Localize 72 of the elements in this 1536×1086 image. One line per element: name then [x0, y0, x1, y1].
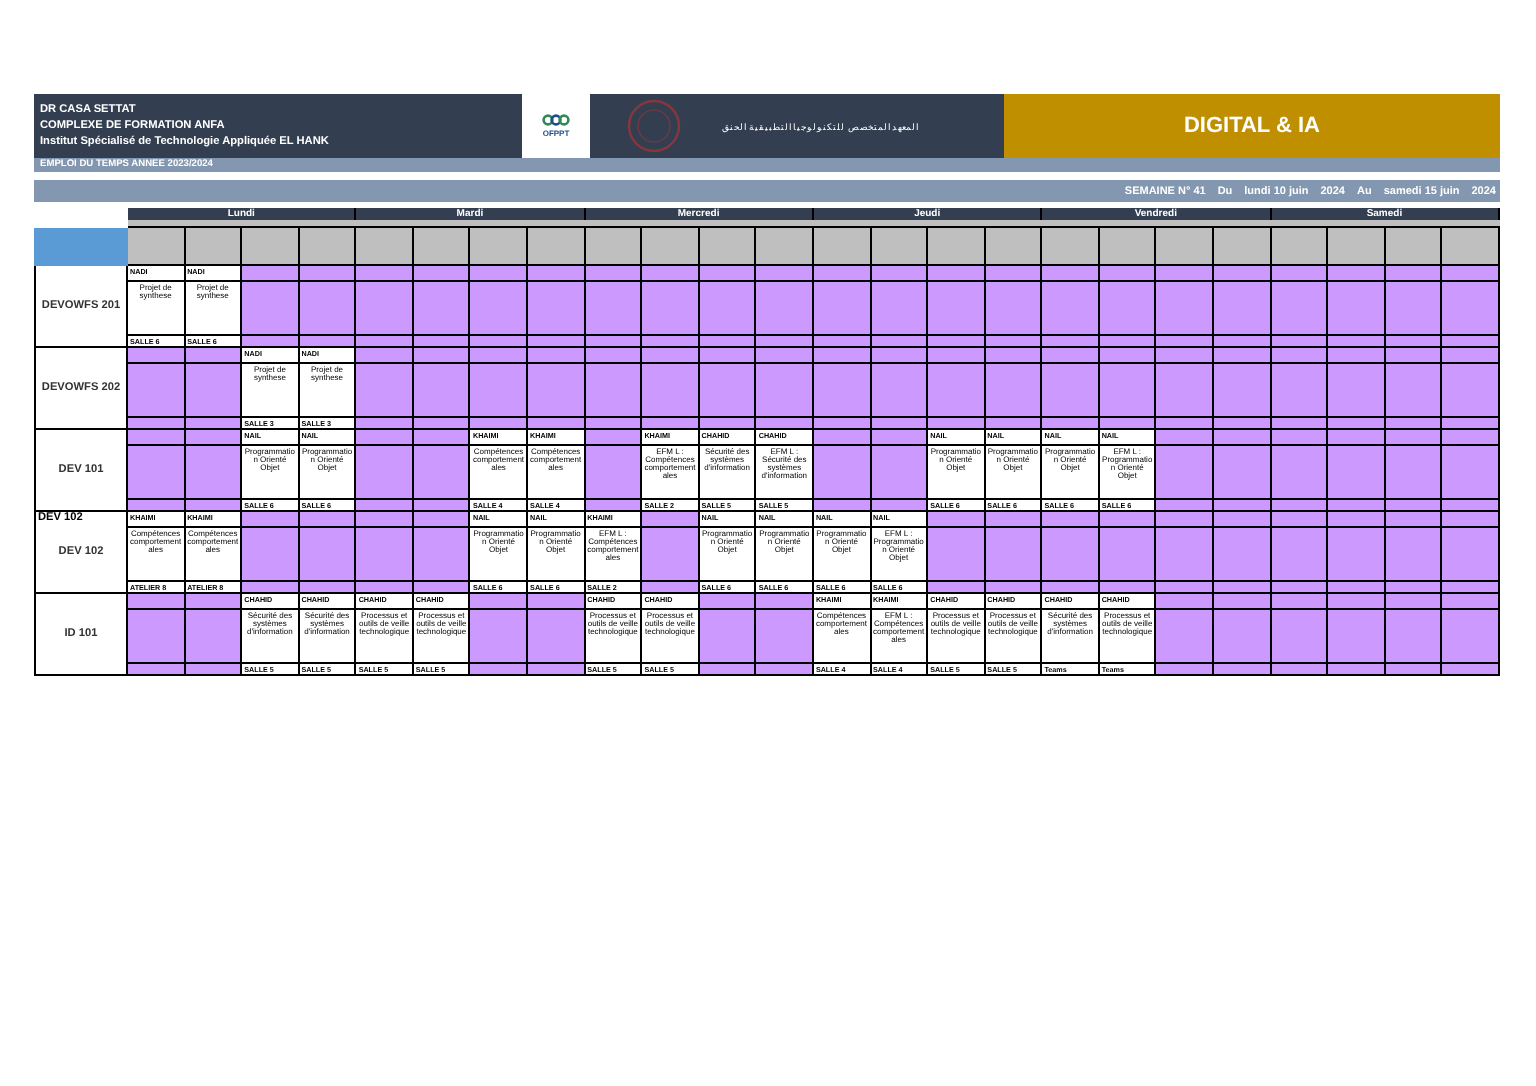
free-slot: [1271, 430, 1329, 512]
free-slot: [528, 266, 586, 348]
free-slot: [1328, 266, 1386, 348]
free-slot: [1442, 348, 1500, 430]
free-slot: [756, 266, 814, 348]
free-slot: [1385, 594, 1443, 676]
free-slot: [413, 266, 471, 348]
free-slot: [585, 266, 643, 348]
free-slot: [871, 266, 929, 348]
header-cell: [470, 228, 529, 266]
free-slot: [1328, 594, 1386, 676]
free-slot: [642, 266, 700, 348]
header-cell: [242, 228, 300, 266]
header-cell: [1271, 228, 1329, 266]
stamp-icon: [626, 98, 682, 154]
free-slot: [1271, 512, 1329, 594]
free-slot: [699, 266, 757, 348]
header-cell: [985, 228, 1043, 266]
header-cell: [1213, 228, 1272, 266]
free-slot: [1442, 430, 1500, 512]
header-cell: [699, 228, 757, 266]
free-slot: [1271, 348, 1329, 430]
header-cell: [1042, 228, 1100, 266]
free-slot: [1328, 430, 1386, 512]
free-slot: [1213, 266, 1272, 348]
free-slot: [413, 348, 471, 430]
corner-cell: [34, 228, 128, 266]
free-slot: [1328, 348, 1386, 430]
header-cell: [356, 228, 414, 266]
header-cell: [928, 228, 986, 266]
free-slot: [1271, 594, 1329, 676]
free-slot: [813, 266, 872, 348]
header-cell: [299, 228, 357, 266]
free-slot: [1042, 266, 1100, 348]
free-slot: [1271, 266, 1329, 348]
free-slot: [1213, 348, 1272, 430]
free-slot: [813, 348, 872, 430]
free-slot: [470, 266, 529, 348]
header-cell: [871, 228, 929, 266]
department-title: DIGITAL & IA: [1183, 114, 1321, 138]
free-slot: [1328, 512, 1386, 594]
header-cell: [642, 228, 700, 266]
free-slot: [1385, 430, 1443, 512]
free-slot: [1385, 512, 1443, 594]
header-cell: [585, 228, 643, 266]
free-slot: [1442, 594, 1500, 676]
header-cell: [1442, 228, 1500, 266]
free-slot: [1385, 348, 1443, 430]
free-slot: [1156, 512, 1214, 594]
free-slot: [928, 266, 986, 348]
free-slot: [356, 266, 414, 348]
free-slot: [1099, 266, 1157, 348]
free-slot: [1385, 266, 1443, 348]
header-cell: [528, 228, 586, 266]
header-cell: [413, 228, 471, 266]
free-slot: [1156, 266, 1214, 348]
free-slot: [1213, 430, 1272, 512]
free-slot: [871, 348, 929, 430]
free-slot: [1213, 594, 1272, 676]
header-cell: [1156, 228, 1214, 266]
free-slot: [1442, 266, 1500, 348]
free-slot: [1442, 512, 1500, 594]
header-cell: [1385, 228, 1443, 266]
logo-icon: [542, 114, 570, 126]
free-slot: [585, 348, 643, 430]
free-slot: [1213, 512, 1272, 594]
free-slot: [985, 266, 1043, 348]
header-cell: [813, 228, 872, 266]
free-slot: [1156, 348, 1214, 430]
header-cell: [1099, 228, 1157, 266]
header-cell: [756, 228, 814, 266]
header-cell: [1328, 228, 1386, 266]
